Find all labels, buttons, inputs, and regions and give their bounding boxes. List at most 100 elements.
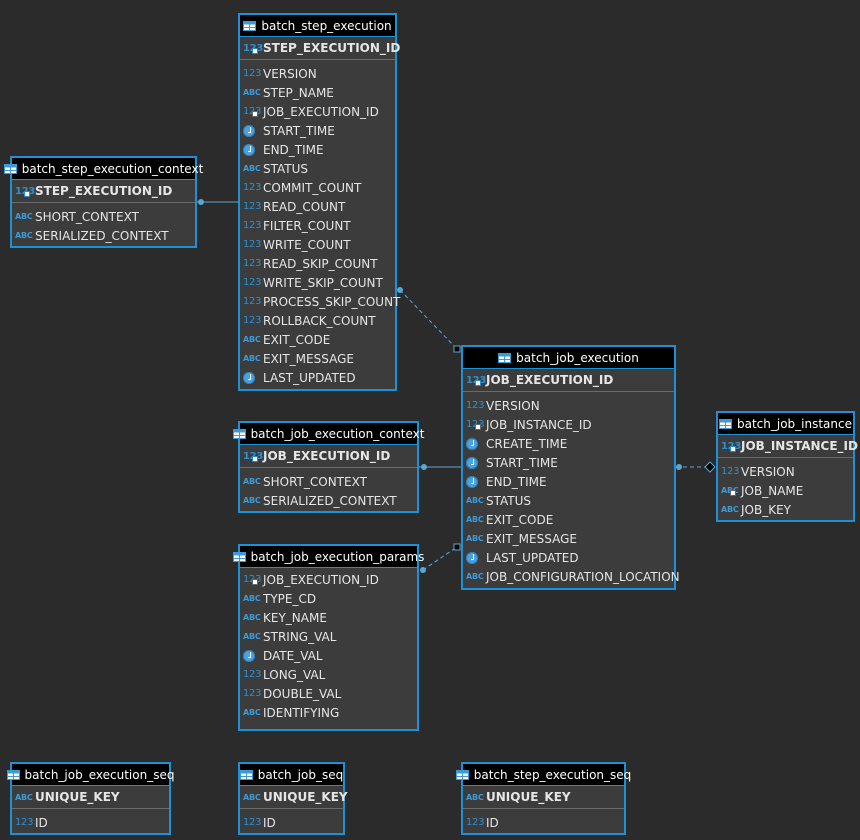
table-column[interactable]: LAST_UPDATED: [463, 548, 674, 567]
table-column[interactable]: JOB_KEY: [718, 500, 853, 519]
table-column[interactable]: DATE_VAL: [240, 646, 417, 665]
number-type-icon: [466, 816, 482, 829]
number-type-icon: [243, 668, 259, 681]
column-name: LAST_UPDATED: [263, 370, 356, 385]
table-column[interactable]: CREATE_TIME: [463, 434, 674, 453]
table-column[interactable]: READ_SKIP_COUNT: [240, 254, 395, 273]
table-name: batch_job_execution_params: [250, 549, 425, 564]
text-type-icon: [15, 229, 31, 242]
table-header[interactable]: batch_job_execution_context: [232, 423, 424, 445]
table-column[interactable]: SHORT_CONTEXT: [240, 472, 417, 491]
table-header[interactable]: batch_job_execution_params: [232, 546, 424, 568]
table-column[interactable]: JOB_EXECUTION_ID: [240, 102, 395, 121]
table-column[interactable]: STATUS: [240, 159, 395, 178]
table-batch-job-seq[interactable]: batch_job_seq UNIQUE_KEY ID: [238, 762, 348, 835]
table-column[interactable]: EXIT_CODE: [240, 330, 395, 349]
table-name: batch_step_execution: [261, 18, 392, 33]
table-column[interactable]: JOB_EXECUTION_ID: [240, 570, 417, 589]
column-name: STEP_EXECUTION_ID: [263, 41, 401, 55]
table-column[interactable]: READ_COUNT: [240, 197, 395, 216]
column-name: DATE_VAL: [263, 648, 323, 663]
column-name: EXIT_MESSAGE: [486, 531, 577, 546]
table-batch-job-instance[interactable]: batch_job_instance JOB_INSTANCE_ID VERSION…: [716, 411, 858, 522]
column-name: STRING_VAL: [263, 629, 337, 644]
table-column[interactable]: JOB_NAME: [718, 481, 853, 500]
table-column[interactable]: FILTER_COUNT: [240, 216, 395, 235]
column-name: START_TIME: [486, 455, 558, 470]
table-column[interactable]: ID: [463, 813, 624, 832]
table-batch-job-execution-context[interactable]: batch_job_execution_context JOB_EXECUTION…: [232, 421, 424, 513]
table-column[interactable]: ID: [240, 813, 343, 832]
table-batch-job-execution[interactable]: batch_job_execution JOB_EXECUTION_ID VERSI…: [461, 345, 680, 590]
text-type-icon: [466, 513, 482, 526]
number-type-icon: [466, 399, 482, 412]
table-column[interactable]: IDENTIFYING: [240, 703, 417, 722]
table-batch-step-execution-context[interactable]: batch_step_execution_context STEP_EXECUTI…: [3, 156, 203, 248]
table-header[interactable]: batch_job_seq: [239, 764, 343, 786]
table-column[interactable]: STATUS: [463, 491, 674, 510]
column-list: VERSION JOB_NAME JOB_KEY: [718, 458, 853, 521]
table-icon: [498, 352, 512, 363]
primary-key-column[interactable]: STEP_EXECUTION_ID: [240, 37, 400, 60]
column-name: UNIQUE_KEY: [35, 790, 120, 804]
primary-key-column[interactable]: UNIQUE_KEY: [12, 786, 169, 809]
table-column[interactable]: EXIT_MESSAGE: [463, 529, 674, 548]
table-header[interactable]: batch_step_execution_seq: [455, 764, 631, 786]
text-type-icon: [243, 494, 259, 507]
table-column[interactable]: VERSION: [240, 64, 395, 83]
table-column[interactable]: END_TIME: [240, 140, 395, 159]
primary-key-column[interactable]: JOB_INSTANCE_ID: [718, 435, 858, 458]
table-column[interactable]: KEY_NAME: [240, 608, 417, 627]
table-column[interactable]: STRING_VAL: [240, 627, 417, 646]
table-column[interactable]: VERSION: [463, 396, 674, 415]
table-column[interactable]: VERSION: [718, 462, 853, 481]
primary-key-column[interactable]: UNIQUE_KEY: [240, 786, 348, 809]
table-batch-job-execution-params[interactable]: batch_job_execution_params JOB_EXECUTION_…: [232, 544, 424, 731]
table-column[interactable]: ID: [12, 813, 169, 832]
table-header[interactable]: batch_job_execution: [463, 347, 674, 369]
table-icon: [232, 428, 246, 439]
table-column[interactable]: START_TIME: [240, 121, 395, 140]
table-column[interactable]: SERIALIZED_CONTEXT: [240, 491, 417, 510]
table-column[interactable]: SERIALIZED_CONTEXT: [12, 226, 195, 245]
foreign-key-number-icon: [466, 418, 482, 431]
table-column[interactable]: SHORT_CONTEXT: [12, 207, 195, 226]
table-batch-step-execution[interactable]: batch_step_execution STEP_EXECUTION_ID VER…: [238, 13, 400, 391]
table-column[interactable]: JOB_CONFIGURATION_LOCATION: [463, 567, 680, 586]
column-name: PROCESS_SKIP_COUNT: [263, 294, 401, 309]
table-header[interactable]: batch_step_execution_context: [3, 158, 203, 180]
primary-key-column[interactable]: STEP_EXECUTION_ID: [12, 180, 195, 203]
table-column[interactable]: TYPE_CD: [240, 589, 417, 608]
table-batch-step-execution-seq[interactable]: batch_step_execution_seq UNIQUE_KEY ID: [455, 762, 631, 835]
table-column[interactable]: EXIT_CODE: [463, 510, 674, 529]
table-column[interactable]: WRITE_COUNT: [240, 235, 395, 254]
primary-key-column[interactable]: JOB_EXECUTION_ID: [463, 369, 674, 392]
table-column[interactable]: WRITE_SKIP_COUNT: [240, 273, 395, 292]
table-header[interactable]: batch_step_execution: [240, 15, 395, 37]
table-column[interactable]: LONG_VAL: [240, 665, 417, 684]
relation-step-context-end: [198, 199, 204, 205]
table-header[interactable]: batch_job_instance: [718, 413, 853, 435]
primary-key-column[interactable]: UNIQUE_KEY: [463, 786, 624, 809]
table-column[interactable]: JOB_INSTANCE_ID: [463, 415, 674, 434]
table-column[interactable]: DOUBLE_VAL: [240, 684, 417, 703]
table-column[interactable]: COMMIT_COUNT: [240, 178, 395, 197]
table-column[interactable]: EXIT_MESSAGE: [240, 349, 395, 368]
table-column[interactable]: LAST_UPDATED: [240, 368, 395, 387]
table-batch-job-execution-seq[interactable]: batch_job_execution_seq UNIQUE_KEY ID: [6, 762, 174, 835]
column-name: JOB_INSTANCE_ID: [486, 417, 592, 432]
table-header[interactable]: batch_job_execution_seq: [6, 764, 174, 786]
table-column[interactable]: START_TIME: [463, 453, 674, 472]
relation-job-instance-start: [704, 461, 716, 473]
primary-key-column[interactable]: JOB_EXECUTION_ID: [240, 445, 417, 468]
column-name: SERIALIZED_CONTEXT: [35, 228, 169, 243]
clock-icon: [243, 124, 259, 137]
table-column[interactable]: END_TIME: [463, 472, 674, 491]
table-column[interactable]: STEP_NAME: [240, 83, 395, 102]
number-type-icon: [243, 257, 259, 270]
primary-key-icon: [243, 450, 259, 463]
table-column[interactable]: PROCESS_SKIP_COUNT: [240, 292, 400, 311]
column-list: ID: [240, 809, 343, 834]
table-column[interactable]: ROLLBACK_COUNT: [240, 311, 395, 330]
primary-key-icon: [243, 42, 259, 55]
